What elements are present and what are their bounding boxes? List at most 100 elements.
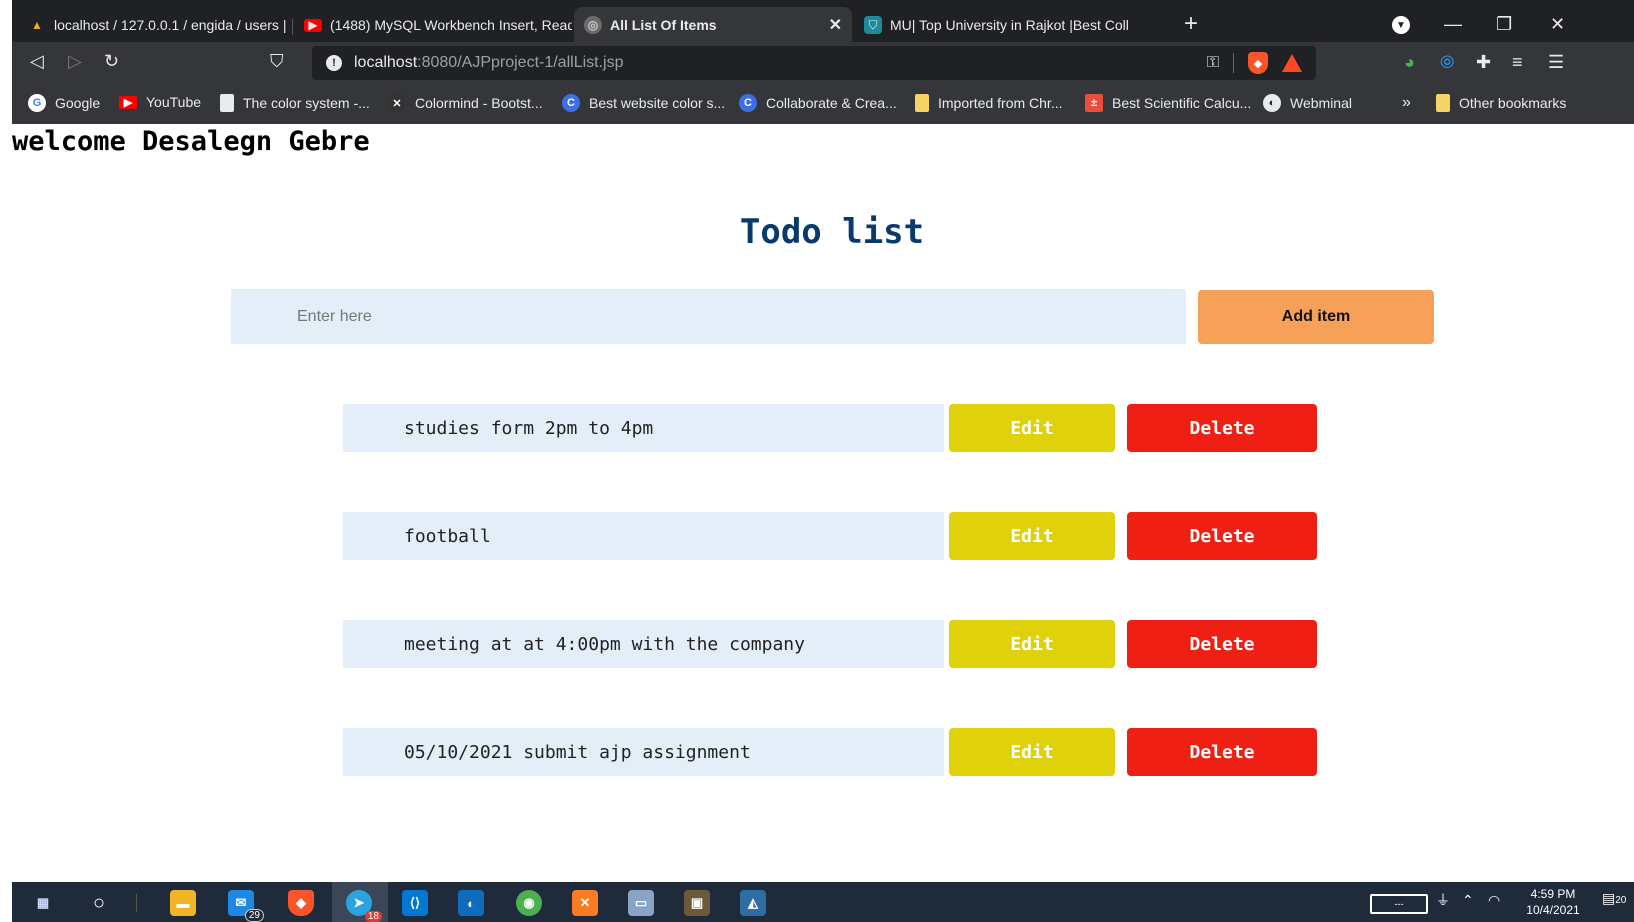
youtube-icon: ▶ — [304, 18, 322, 32]
todo-item-text: 05/10/2021 submit ajp assignment — [343, 728, 944, 776]
phpmyadmin-icon: ▲ — [31, 18, 43, 32]
forward-icon[interactable]: ▷ — [68, 51, 82, 72]
mail-badge: 29 — [244, 909, 264, 922]
extensions-puzzle-icon[interactable]: ✚ — [1476, 52, 1491, 73]
clock-time: 4:59 PM — [1530, 887, 1576, 901]
search-icon[interactable]: ○ — [86, 890, 112, 916]
bookmark-collaborate[interactable]: C Collaborate & Crea... — [739, 94, 897, 112]
toolbar: ◁ ▷ ↻ ⛉ ! localhost :8080/AJPproject-1/a… — [12, 42, 1634, 84]
bookmark-calculator[interactable]: ± Best Scientific Calcu... — [1085, 94, 1251, 112]
key-icon[interactable]: ⚿ — [1207, 54, 1219, 72]
start-icon[interactable]: ▦ — [30, 890, 56, 916]
mail-icon[interactable]: ✉ 29 — [228, 890, 264, 922]
bookmark-label: Colormind - Bootst... — [415, 95, 543, 111]
edit-button[interactable]: Edit — [949, 620, 1115, 668]
tab-mu-university[interactable]: ⛉ MU| Top University in Rajkot |Best Col… — [854, 9, 1132, 41]
bookmark-imported[interactable]: Imported from Chr... — [915, 94, 1062, 112]
vscode-icon[interactable]: ⟨⟩ — [402, 890, 428, 916]
bookmark-best-website-color[interactable]: C Best website color s... — [562, 94, 725, 112]
delete-button[interactable]: Delete — [1127, 404, 1317, 452]
bookmark-label: Other bookmarks — [1459, 95, 1567, 111]
bookmark-label: Collaborate & Crea... — [766, 95, 897, 111]
tab-all-list[interactable]: ◎ All List Of Items ✕ — [574, 7, 852, 43]
battery-icon[interactable]: --- — [1370, 894, 1428, 914]
url-path: :8080/AJPproject-1/allList.jsp — [417, 54, 624, 71]
bookmarks-overflow[interactable]: » — [1402, 94, 1411, 112]
taskbar-divider — [136, 894, 137, 912]
bookmark-youtube[interactable]: ▶ YouTube — [119, 94, 201, 110]
xampp-icon[interactable]: ✕ — [572, 890, 598, 916]
app-icon[interactable]: ▣ — [684, 890, 710, 916]
bookmark-icon[interactable]: ⛉ — [270, 51, 284, 72]
delete-button[interactable]: Delete — [1127, 512, 1317, 560]
bookmark-label: YouTube — [146, 94, 202, 110]
reload-icon[interactable]: ↻ — [104, 51, 119, 72]
delete-button[interactable]: Delete — [1127, 728, 1317, 776]
address-bar[interactable]: ! localhost :8080/AJPproject-1/allList.j… — [312, 46, 1316, 80]
chrome-icon[interactable]: ◉ — [516, 890, 542, 916]
back-icon[interactable]: ◁ — [30, 51, 44, 72]
chevron-up-icon[interactable]: ⌃ — [1462, 892, 1474, 908]
windows-taskbar: ▦ ○ ▬ ✉ 29 ◆ ➤ 18 ⟨⟩ ◐ ◉ ✕ ▭ ▣ ◭ --- ⏚ ⌃ ◠… — [12, 882, 1634, 922]
mysql-workbench-icon[interactable]: ◭ — [740, 890, 766, 916]
edit-button[interactable]: Edit — [949, 404, 1115, 452]
calculator-icon: ± — [1085, 94, 1103, 112]
restore-icon[interactable]: ❐ — [1496, 14, 1512, 35]
bookmark-color-system[interactable]: The color system -... — [220, 94, 370, 112]
folder-icon — [1436, 94, 1450, 112]
menu-icon[interactable]: ☰ — [1548, 52, 1564, 73]
bookmark-colormind[interactable]: ✕ Colormind - Bootst... — [388, 94, 543, 112]
close-window-icon[interactable]: ✕ — [1550, 14, 1565, 35]
bookmark-label: Imported from Chr... — [938, 95, 1063, 111]
brave-icon[interactable]: ◆ — [288, 890, 314, 916]
webminal-icon: ◐ — [1263, 94, 1281, 112]
add-item-button[interactable]: Add item — [1198, 290, 1434, 344]
tab-phpmyadmin[interactable]: ▲ localhost / 127.0.0.1 / engida / users… — [18, 9, 290, 41]
url-host: localhost — [354, 54, 418, 71]
telegram-badge: 18 — [364, 911, 382, 922]
bookmark-label: Best Scientific Calcu... — [1112, 95, 1252, 111]
shield-icon: ⛉ — [864, 16, 882, 34]
power-plug-icon: ⏚ — [1436, 892, 1450, 908]
brave-rewards-icon[interactable] — [1282, 54, 1302, 72]
remote-desktop-icon[interactable]: ▭ — [628, 890, 654, 916]
extension-icon[interactable]: ◕ — [1404, 52, 1415, 73]
c-icon: C — [562, 94, 580, 112]
wallet-icon[interactable]: ⦾ — [1440, 52, 1454, 73]
clock[interactable]: 4:59 PM 10/4/2021 — [1518, 886, 1588, 918]
tab-youtube[interactable]: ▶ (1488) MySQL Workbench Insert, Read — [294, 9, 572, 41]
notification-count: 20 — [1615, 895, 1627, 906]
new-tab-button[interactable]: + — [1184, 10, 1198, 38]
edit-button[interactable]: Edit — [949, 728, 1115, 776]
brave-shields-icon[interactable]: ◆ — [1248, 52, 1268, 74]
site-info-icon[interactable]: ! — [326, 55, 342, 71]
clock-date: 10/4/2021 — [1526, 903, 1580, 917]
notifications-icon[interactable]: ▤20 — [1602, 890, 1626, 909]
delete-button[interactable]: Delete — [1127, 620, 1317, 668]
tab-title: localhost / 127.0.0.1 / engida / users | — [54, 17, 287, 33]
todo-item-text: studies form 2pm to 4pm — [343, 404, 944, 452]
close-tab-icon[interactable]: ✕ — [829, 15, 842, 35]
edit-button[interactable]: Edit — [949, 512, 1115, 560]
tab-title: (1488) MySQL Workbench Insert, Read — [330, 17, 572, 33]
bookmark-label: Webminal — [1290, 95, 1352, 111]
file-explorer-icon[interactable]: ▬ — [170, 890, 196, 916]
telegram-icon[interactable]: ➤ 18 — [346, 890, 382, 922]
other-bookmarks[interactable]: Other bookmarks — [1436, 94, 1566, 112]
bookmark-google[interactable]: G Google — [28, 94, 100, 112]
divider — [1233, 53, 1234, 73]
bookmark-webminal[interactable]: ◐ Webminal — [1263, 94, 1352, 112]
playlist-icon[interactable]: ≡ — [1512, 52, 1523, 73]
tab-search-icon[interactable]: ▼ — [1392, 16, 1410, 34]
screen: ▲ localhost / 127.0.0.1 / engida / users… — [0, 0, 1634, 922]
wifi-icon[interactable]: ◠ — [1488, 892, 1500, 908]
todo-input[interactable] — [231, 289, 1186, 344]
minimize-icon[interactable]: — — [1444, 14, 1462, 35]
url-actions: ⚿ ◆ — [1207, 52, 1302, 74]
teams-icon[interactable]: ◐ — [458, 890, 484, 916]
left-margin — [0, 0, 12, 922]
tab-divider — [292, 19, 293, 35]
todo-item-text: meeting at at 4:00pm with the company — [343, 620, 944, 668]
tab-title: All List Of Items — [610, 17, 717, 33]
todo-item-text: football — [343, 512, 944, 560]
